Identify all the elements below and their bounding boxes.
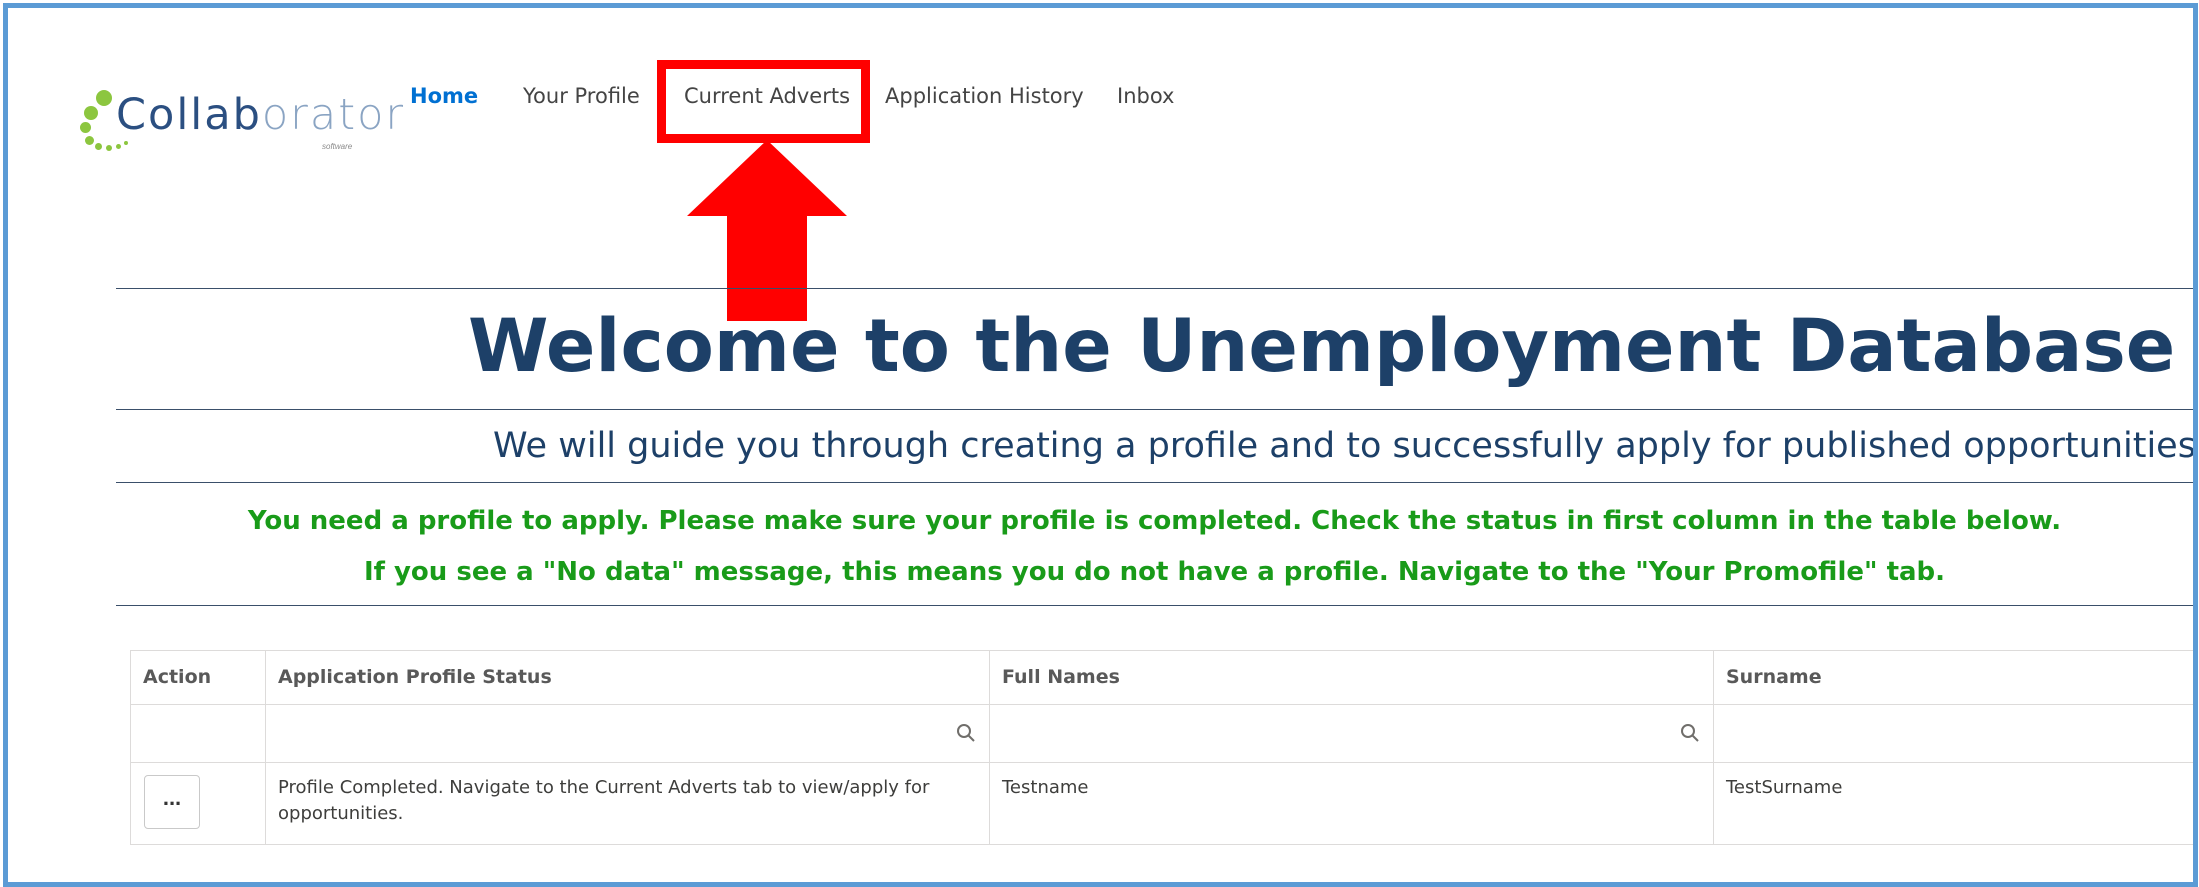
table-row-surname: TestSurname	[1726, 777, 1843, 798]
nav-your-profile[interactable]: Your Profile	[523, 84, 640, 108]
filter-row	[131, 704, 2193, 763]
status-line-1: Profile Completed. Navigate to the Curre…	[278, 777, 930, 798]
annotation-arrow-up-icon	[687, 140, 847, 321]
full-names-filter-input[interactable]	[990, 705, 1714, 762]
header-full-names[interactable]: Full Names	[990, 651, 1120, 704]
notice-line-2: If you see a "No data" message, this mea…	[363, 557, 1946, 587]
surname-filter-input[interactable]	[1714, 705, 2193, 762]
header-status[interactable]: Application Profile Status	[266, 651, 552, 704]
search-icon[interactable]	[956, 723, 976, 743]
nav-application-history[interactable]: Application History	[885, 84, 1084, 108]
logo-subtext: software	[322, 142, 353, 151]
divider-notice	[116, 605, 2193, 606]
table-row-full-names: Testname	[1002, 777, 1089, 798]
header-surname[interactable]: Surname	[1714, 651, 1822, 704]
nav-home[interactable]: Home	[410, 84, 478, 108]
logo-wordmark: Collaborator	[116, 90, 406, 140]
nav-inbox[interactable]: Inbox	[1117, 84, 1174, 108]
status-filter-input[interactable]	[266, 705, 990, 762]
screenshot-frame: Collaborator software Home Your Profile …	[3, 3, 2198, 887]
divider-title	[116, 409, 2193, 410]
profile-table: Action Application Profile Status Full N…	[130, 650, 2193, 845]
divider-subtitle	[116, 482, 2193, 483]
search-icon[interactable]	[1680, 723, 1700, 743]
table-row-status: Profile Completed. Navigate to the Curre…	[278, 775, 978, 827]
divider-top	[116, 288, 2193, 289]
page-title: Welcome to the Unemployment Database Por…	[468, 304, 2193, 389]
header-action[interactable]: Action	[131, 651, 211, 704]
annotation-highlight-box	[657, 60, 870, 143]
status-line-2: opportunities.	[278, 803, 404, 824]
collaborator-logo[interactable]: Collaborator software	[78, 80, 403, 170]
page-subtitle: We will guide you through creating a pro…	[493, 426, 2198, 466]
row-action-button[interactable]: ...	[144, 775, 200, 829]
notice-line-1: You need a profile to apply. Please make…	[247, 506, 2062, 536]
